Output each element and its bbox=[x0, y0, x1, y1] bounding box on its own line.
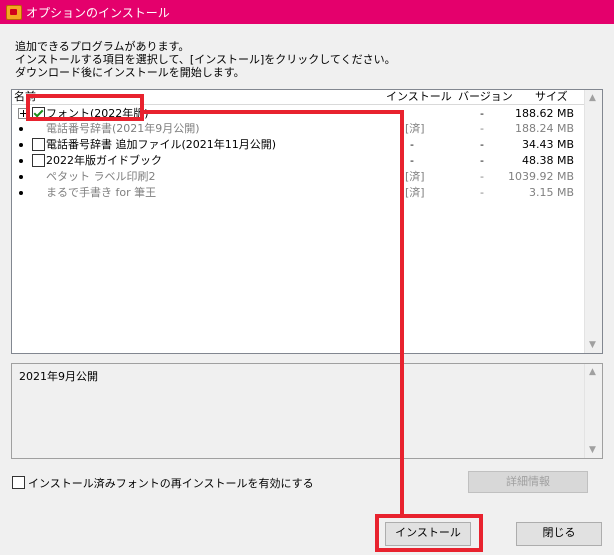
list-item[interactable]: ペタット ラベル印刷2 [済] - 1039.92 MB bbox=[12, 169, 584, 184]
list-item[interactable]: 電話番号辞書(2021年9月公開) [済] - 188.24 MB bbox=[12, 121, 584, 136]
item-size: 1039.92 MB bbox=[507, 170, 574, 183]
list-item[interactable]: まるで手書き for 筆王 [済] - 3.15 MB bbox=[12, 185, 584, 200]
item-name: 2022年版ガイドブック bbox=[46, 154, 162, 167]
column-header-size[interactable]: サイズ bbox=[535, 90, 568, 103]
app-icon bbox=[6, 5, 22, 20]
item-name: 電話番号辞書 追加ファイル(2021年11月公開) bbox=[46, 138, 277, 151]
highlight-connector-vertical bbox=[400, 110, 404, 517]
scroll-up-icon[interactable]: ▲ bbox=[589, 93, 596, 103]
bullet-icon bbox=[19, 175, 23, 179]
item-size: 188.62 MB bbox=[514, 107, 574, 120]
item-install-status: - bbox=[410, 138, 414, 151]
item-install-status: [済] bbox=[405, 122, 425, 135]
highlight-connector-horizontal bbox=[142, 110, 404, 114]
instruction-line-3: ダウンロード後にインストールを開始します。 bbox=[15, 66, 245, 79]
item-size: 3.15 MB bbox=[528, 186, 574, 199]
list-item[interactable]: 電話番号辞書 追加ファイル(2021年11月公開) - - 34.43 MB bbox=[12, 137, 584, 152]
item-name: 電話番号辞書(2021年9月公開) bbox=[46, 122, 200, 135]
reinstall-checkbox[interactable] bbox=[12, 476, 25, 489]
item-version: - bbox=[480, 107, 484, 120]
item-size: 48.38 MB bbox=[521, 154, 574, 167]
bullet-icon bbox=[19, 159, 23, 163]
item-version: - bbox=[480, 138, 484, 151]
item-version: - bbox=[480, 154, 484, 167]
highlight-box-install-button bbox=[375, 514, 483, 552]
item-size: 188.24 MB bbox=[514, 122, 574, 135]
window-title: オプションのインストール bbox=[26, 6, 170, 20]
item-name: まるで手書き for 筆王 bbox=[46, 186, 157, 199]
item-checkbox[interactable] bbox=[32, 154, 45, 167]
description-text: 2021年9月公開 bbox=[19, 370, 98, 383]
column-header-version[interactable]: バージョン bbox=[458, 90, 513, 103]
close-button[interactable]: 閉じる bbox=[516, 522, 602, 546]
item-version: - bbox=[480, 122, 484, 135]
scroll-up-icon[interactable]: ▲ bbox=[589, 367, 596, 377]
scroll-down-icon[interactable]: ▼ bbox=[589, 445, 596, 455]
column-header-install[interactable]: インストール bbox=[386, 90, 452, 103]
scroll-down-icon[interactable]: ▼ bbox=[589, 340, 596, 350]
list-item[interactable]: 2022年版ガイドブック - - 48.38 MB bbox=[12, 153, 584, 168]
item-size: 34.43 MB bbox=[521, 138, 574, 151]
option-list[interactable]: 名前 インストール バージョン サイズ フォント(2022年版) - 188.6… bbox=[11, 89, 603, 354]
item-version: - bbox=[480, 170, 484, 183]
list-scrollbar[interactable]: ▲ ▼ bbox=[584, 90, 602, 353]
item-checkbox[interactable] bbox=[32, 138, 45, 151]
item-install-status: [済] bbox=[405, 170, 425, 183]
item-install-status: - bbox=[410, 154, 414, 167]
details-button[interactable]: 詳細情報 bbox=[468, 471, 588, 493]
description-panel: 2021年9月公開 ▲ ▼ bbox=[11, 363, 603, 459]
highlight-box-font-item bbox=[26, 94, 144, 121]
item-version: - bbox=[480, 186, 484, 199]
reinstall-label: インストール済みフォントの再インストールを有効にする bbox=[28, 477, 314, 490]
description-scrollbar[interactable]: ▲ ▼ bbox=[584, 364, 602, 458]
item-name: ペタット ラベル印刷2 bbox=[46, 170, 156, 183]
bullet-icon bbox=[19, 191, 23, 195]
bullet-icon bbox=[19, 127, 23, 131]
bullet-icon bbox=[19, 143, 23, 147]
item-install-status: [済] bbox=[405, 186, 425, 199]
instruction-line-2: インストールする項目を選択して、[インストール]をクリックしてください。 bbox=[15, 53, 396, 66]
instruction-line-1: 追加できるプログラムがあります。 bbox=[15, 40, 190, 53]
title-bar: オプションのインストール bbox=[0, 0, 614, 24]
